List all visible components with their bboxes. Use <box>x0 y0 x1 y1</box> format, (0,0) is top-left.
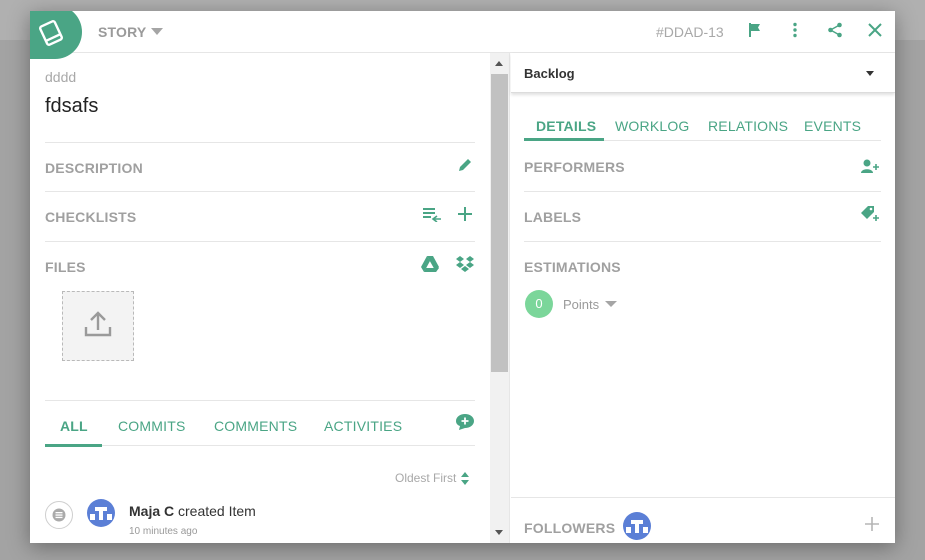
issue-type-label: STORY <box>98 24 147 40</box>
description-section: DESCRIPTION <box>45 142 475 192</box>
plus-icon <box>457 206 473 227</box>
detail-tabs: DETAILS WORKLOG RELATIONS EVENTS <box>524 101 881 141</box>
tab-activities[interactable]: ACTIVITIES <box>324 418 402 434</box>
tab-details[interactable]: DETAILS <box>536 118 596 134</box>
tab-events[interactable]: EVENTS <box>804 118 861 134</box>
tab-comments[interactable]: COMMENTS <box>214 418 297 434</box>
story-type-badge <box>30 11 82 59</box>
caret-down-icon <box>605 301 618 307</box>
tab-relations[interactable]: RELATIONS <box>708 118 788 134</box>
status-dropdown[interactable]: Backlog <box>511 53 895 93</box>
google-drive-button[interactable] <box>419 255 441 277</box>
flag-button[interactable] <box>744 21 766 43</box>
activity-entry: Maja C created Item <box>129 503 256 519</box>
parent-item-title[interactable]: dddd <box>45 69 76 85</box>
issue-key: #DDAD-13 <box>656 24 724 40</box>
add-follower-button[interactable] <box>861 515 883 537</box>
more-vertical-icon <box>792 22 798 43</box>
followers-label: FOLLOWERS <box>524 520 616 536</box>
upload-icon <box>83 310 113 343</box>
performers-label: PERFORMERS <box>524 159 625 175</box>
add-comment-icon <box>455 413 475 436</box>
points-unit-dropdown[interactable]: Points <box>563 297 618 312</box>
add-label-button[interactable] <box>859 205 881 227</box>
dropbox-button[interactable] <box>454 255 476 277</box>
plus-icon <box>864 516 880 537</box>
sort-arrows-icon <box>460 472 470 488</box>
activity-timestamp: 10 minutes ago <box>129 526 198 537</box>
add-person-icon <box>860 158 880 179</box>
active-tab-indicator <box>524 138 604 141</box>
active-tab-indicator <box>45 444 102 447</box>
performers-section: PERFORMERS <box>524 142 881 192</box>
sort-order-label: Oldest First <box>395 471 457 485</box>
playlist-add-icon <box>422 206 442 227</box>
item-title[interactable]: fdsafs <box>45 95 98 118</box>
activity-action: created Item <box>178 503 256 519</box>
left-pane-scrollbar[interactable] <box>490 53 510 543</box>
add-checklist-from-list-button[interactable] <box>421 205 443 227</box>
google-drive-icon <box>420 255 440 278</box>
estimations-label: ESTIMATIONS <box>524 259 621 275</box>
files-section: FILES <box>45 241 475 291</box>
file-upload-dropzone[interactable] <box>62 291 134 361</box>
item-main-pane: dddd fdsafs DESCRIPTION CHECKLISTS FILES… <box>30 53 490 543</box>
activity-user[interactable]: Maja C <box>129 503 174 519</box>
scroll-thumb[interactable] <box>491 74 508 372</box>
add-checklist-button[interactable] <box>454 205 476 227</box>
modal-header: STORY #DDAD-13 <box>30 11 895 59</box>
add-comment-button[interactable] <box>454 413 476 435</box>
tab-commits[interactable]: COMMITS <box>118 418 186 434</box>
share-button[interactable] <box>824 21 846 43</box>
activity-tabs: ALL COMMITS COMMENTS ACTIVITIES <box>45 400 476 447</box>
avatar[interactable] <box>86 498 116 528</box>
follower-avatar[interactable] <box>622 511 652 541</box>
points-unit-label: Points <box>563 297 600 312</box>
followers-section: FOLLOWERS <box>511 497 895 543</box>
scroll-up-arrow-icon[interactable] <box>495 61 503 66</box>
add-performer-button[interactable] <box>859 157 881 179</box>
caret-down-icon <box>866 71 874 76</box>
pencil-icon <box>457 157 473 178</box>
description-label: DESCRIPTION <box>45 160 143 176</box>
item-details-pane: Backlog DETAILS WORKLOG RELATIONS EVENTS… <box>511 53 895 543</box>
activity-type-icon <box>45 501 73 529</box>
checklists-label: CHECKLISTS <box>45 209 137 225</box>
share-icon <box>827 22 843 43</box>
more-options-button[interactable] <box>784 21 806 43</box>
story-modal: STORY #DDAD-13 dddd fdsafs DESCRIPTION C… <box>30 11 895 543</box>
tab-worklog[interactable]: WORKLOG <box>615 118 690 134</box>
add-tag-icon <box>860 205 880 228</box>
issue-type-dropdown[interactable]: STORY <box>98 24 164 40</box>
scroll-down-arrow-icon[interactable] <box>495 530 503 535</box>
labels-label: LABELS <box>524 209 582 225</box>
points-value-badge: 0 <box>525 290 553 318</box>
tab-all[interactable]: ALL <box>60 418 88 434</box>
edit-description-button[interactable] <box>454 156 476 178</box>
sort-order-toggle[interactable]: Oldest First <box>395 471 470 488</box>
files-label: FILES <box>45 259 86 275</box>
status-value: Backlog <box>524 66 575 81</box>
dropbox-icon <box>455 255 475 278</box>
close-icon <box>867 22 883 43</box>
caret-down-icon <box>151 28 164 35</box>
close-button[interactable] <box>864 21 886 43</box>
checklists-section: CHECKLISTS <box>45 191 475 241</box>
labels-section: LABELS <box>524 192 881 242</box>
flag-icon <box>747 22 763 43</box>
